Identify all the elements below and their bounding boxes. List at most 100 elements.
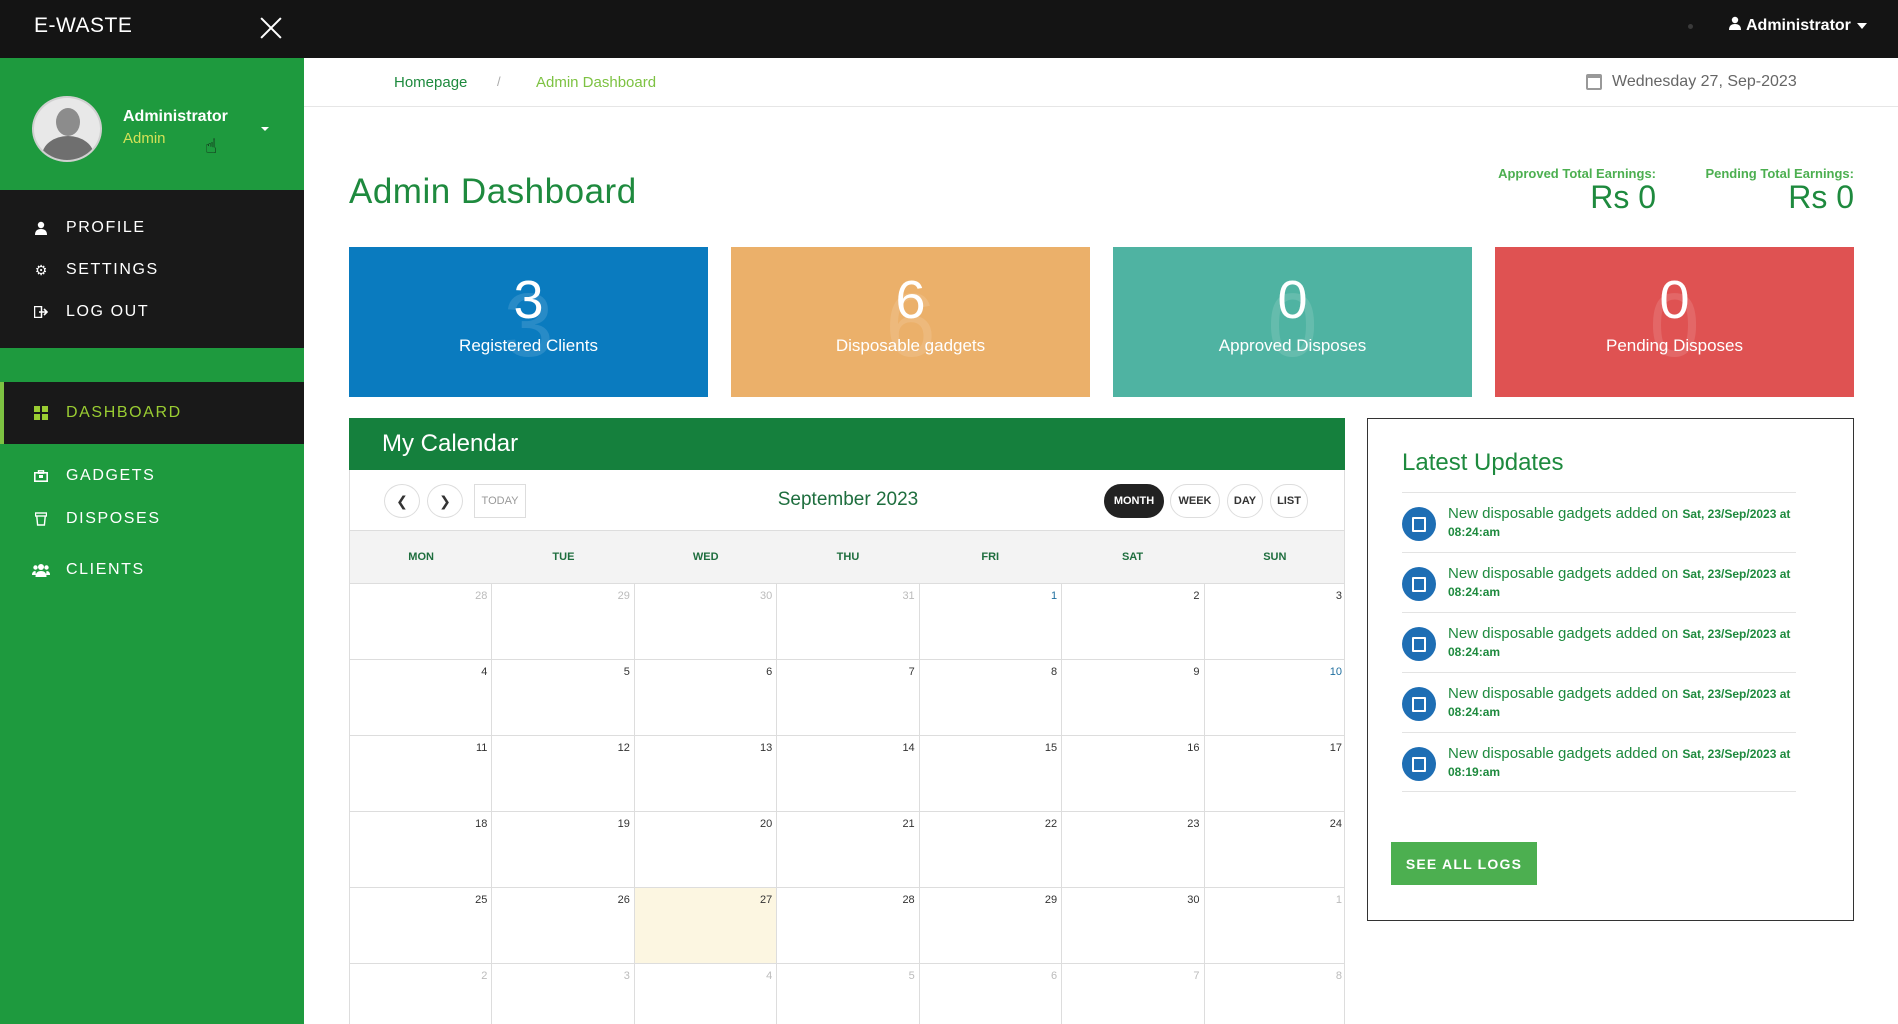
calendar-day[interactable]: 14: [777, 736, 920, 811]
view-month-button[interactable]: MONTH: [1104, 484, 1164, 518]
list-item[interactable]: New disposable gadgets added on Sat, 23/…: [1402, 672, 1796, 732]
calendar-day[interactable]: 21: [777, 812, 920, 887]
trash-icon: [32, 511, 50, 527]
calendar-day[interactable]: 5: [492, 660, 635, 735]
stat-card-disposable-gadgets[interactable]: 6 6 Disposable gadgets: [731, 247, 1090, 397]
sidebar-item-profile[interactable]: PROFILE: [0, 210, 304, 246]
sidebar-profile: Administrator Admin ☝: [0, 58, 304, 190]
user-menu-label: Administrator: [1746, 16, 1851, 34]
calendar-day[interactable]: 1: [1205, 888, 1344, 963]
sidebar-item-gadgets[interactable]: GADGETS: [0, 458, 304, 494]
sidebar-item-label: DISPOSES: [66, 510, 161, 527]
stat-label: Approved Disposes: [1218, 336, 1367, 356]
user-icon: [32, 220, 50, 236]
weekday-label: TUE: [552, 551, 575, 563]
calendar-day[interactable]: 17: [1205, 736, 1344, 811]
list-item[interactable]: New disposable gadgets added on Sat, 23/…: [1402, 492, 1796, 552]
calendar-day[interactable]: 8: [1205, 964, 1344, 1024]
calendar-day-today[interactable]: 27: [634, 888, 778, 963]
calendar-day[interactable]: 18: [350, 812, 493, 887]
sidebar-item-dashboard[interactable]: DASHBOARD: [0, 382, 304, 444]
calendar-day[interactable]: 1: [920, 584, 1063, 659]
calendar-day[interactable]: 20: [635, 812, 778, 887]
profile-name: Administrator: [123, 108, 228, 125]
calendar-day[interactable]: 15: [920, 736, 1063, 811]
briefcase-icon: [1402, 687, 1436, 721]
calendar-day[interactable]: 11: [350, 736, 493, 811]
calendar-day[interactable]: 28: [350, 584, 493, 659]
list-item[interactable]: New disposable gadgets added on Sat, 23/…: [1402, 612, 1796, 672]
see-all-logs-button[interactable]: SEE ALL LOGS: [1391, 842, 1537, 885]
breadcrumb-home-link[interactable]: Homepage: [394, 74, 467, 91]
calendar-day[interactable]: 9: [1062, 660, 1205, 735]
dot-icon: [1688, 24, 1693, 29]
logout-icon: [32, 304, 50, 320]
view-list-button[interactable]: LIST: [1270, 484, 1308, 518]
stat-card-approved-disposes[interactable]: 0 0 Approved Disposes: [1113, 247, 1472, 397]
calendar-day[interactable]: 28: [777, 888, 920, 963]
calendar-day[interactable]: 7: [777, 660, 920, 735]
breadcrumb-current: Admin Dashboard: [536, 74, 657, 91]
calendar-day[interactable]: 3: [492, 964, 635, 1024]
sidebar-item-clients[interactable]: CLIENTS: [0, 552, 304, 588]
list-item[interactable]: New disposable gadgets added on Sat, 23/…: [1402, 552, 1796, 612]
calendar-day[interactable]: 24: [1205, 812, 1344, 887]
update-text: New disposable gadgets added on: [1448, 565, 1683, 582]
calendar-day[interactable]: 4: [635, 964, 778, 1024]
list-item[interactable]: New disposable gadgets added on Sat, 23/…: [1402, 732, 1796, 792]
calendar-day[interactable]: 23: [1062, 812, 1205, 887]
sidebar-item-logout[interactable]: LOG OUT: [0, 294, 304, 330]
calendar-day[interactable]: 19: [492, 812, 635, 887]
stat-card-registered-clients[interactable]: 3 3 Registered Clients: [349, 247, 708, 397]
calendar-day[interactable]: 10: [1205, 660, 1344, 735]
calendar-day[interactable]: 7: [1062, 964, 1205, 1024]
calendar-day[interactable]: 31: [777, 584, 920, 659]
profile-dropdown-icon[interactable]: [259, 118, 269, 136]
gear-icon: ⚙: [34, 261, 48, 278]
calendar-day[interactable]: 29: [492, 584, 635, 659]
calendar-day[interactable]: 4: [350, 660, 493, 735]
briefcase-icon: [1402, 567, 1436, 601]
briefcase-icon: [1402, 627, 1436, 661]
close-sidebar-icon[interactable]: [256, 13, 286, 43]
calendar-day[interactable]: 25: [350, 888, 493, 963]
calendar: ❮ ❯ TODAY September 2023 MONTH WEEK DAY …: [349, 470, 1345, 1024]
sidebar: Administrator Admin ☝ PROFILE ⚙ SETTINGS…: [0, 58, 304, 1024]
users-icon: [32, 562, 50, 578]
weekday-label: SAT: [1121, 551, 1144, 563]
grid-icon: [34, 406, 48, 420]
view-day-button[interactable]: DAY: [1227, 484, 1263, 518]
breadcrumb-separator: /: [497, 74, 501, 89]
current-date-text: Wednesday 27, Sep-2023: [1612, 73, 1797, 90]
avatar: [32, 96, 102, 162]
update-text: New disposable gadgets added on: [1448, 505, 1683, 522]
user-icon: [1728, 16, 1742, 35]
calendar-day[interactable]: 30: [1062, 888, 1205, 963]
calendar-day[interactable]: 2: [1062, 584, 1205, 659]
sidebar-item-settings[interactable]: ⚙ SETTINGS: [0, 252, 304, 288]
calendar-day[interactable]: 8: [920, 660, 1063, 735]
user-menu-toggle[interactable]: Administrator: [1728, 16, 1867, 35]
sidebar-item-disposes[interactable]: DISPOSES: [0, 501, 304, 537]
calendar-day[interactable]: 16: [1062, 736, 1205, 811]
stat-value: 0: [1659, 270, 1690, 330]
calendar-day[interactable]: 29: [920, 888, 1063, 963]
calendar-day[interactable]: 6: [920, 964, 1063, 1024]
calendar-day[interactable]: 12: [492, 736, 635, 811]
calendar-day[interactable]: 3: [1205, 584, 1344, 659]
calendar-day[interactable]: 6: [635, 660, 778, 735]
briefcase-icon: [1402, 507, 1436, 541]
calendar-day[interactable]: 22: [920, 812, 1063, 887]
calendar-day[interactable]: 26: [492, 888, 635, 963]
calendar-day[interactable]: 30: [635, 584, 778, 659]
pointer-cursor-icon: ☝: [205, 136, 218, 158]
stat-card-pending-disposes[interactable]: 0 0 Pending Disposes: [1495, 247, 1854, 397]
calendar-day[interactable]: 13: [635, 736, 778, 811]
sidebar-item-label: CLIENTS: [66, 561, 145, 578]
account-menu: PROFILE ⚙ SETTINGS LOG OUT: [0, 190, 304, 348]
view-week-button[interactable]: WEEK: [1170, 484, 1220, 518]
calendar-day[interactable]: 5: [777, 964, 920, 1024]
calendar-day[interactable]: 2: [350, 964, 493, 1024]
briefcase-icon: [32, 468, 50, 484]
weekday-label: MON: [408, 551, 434, 563]
